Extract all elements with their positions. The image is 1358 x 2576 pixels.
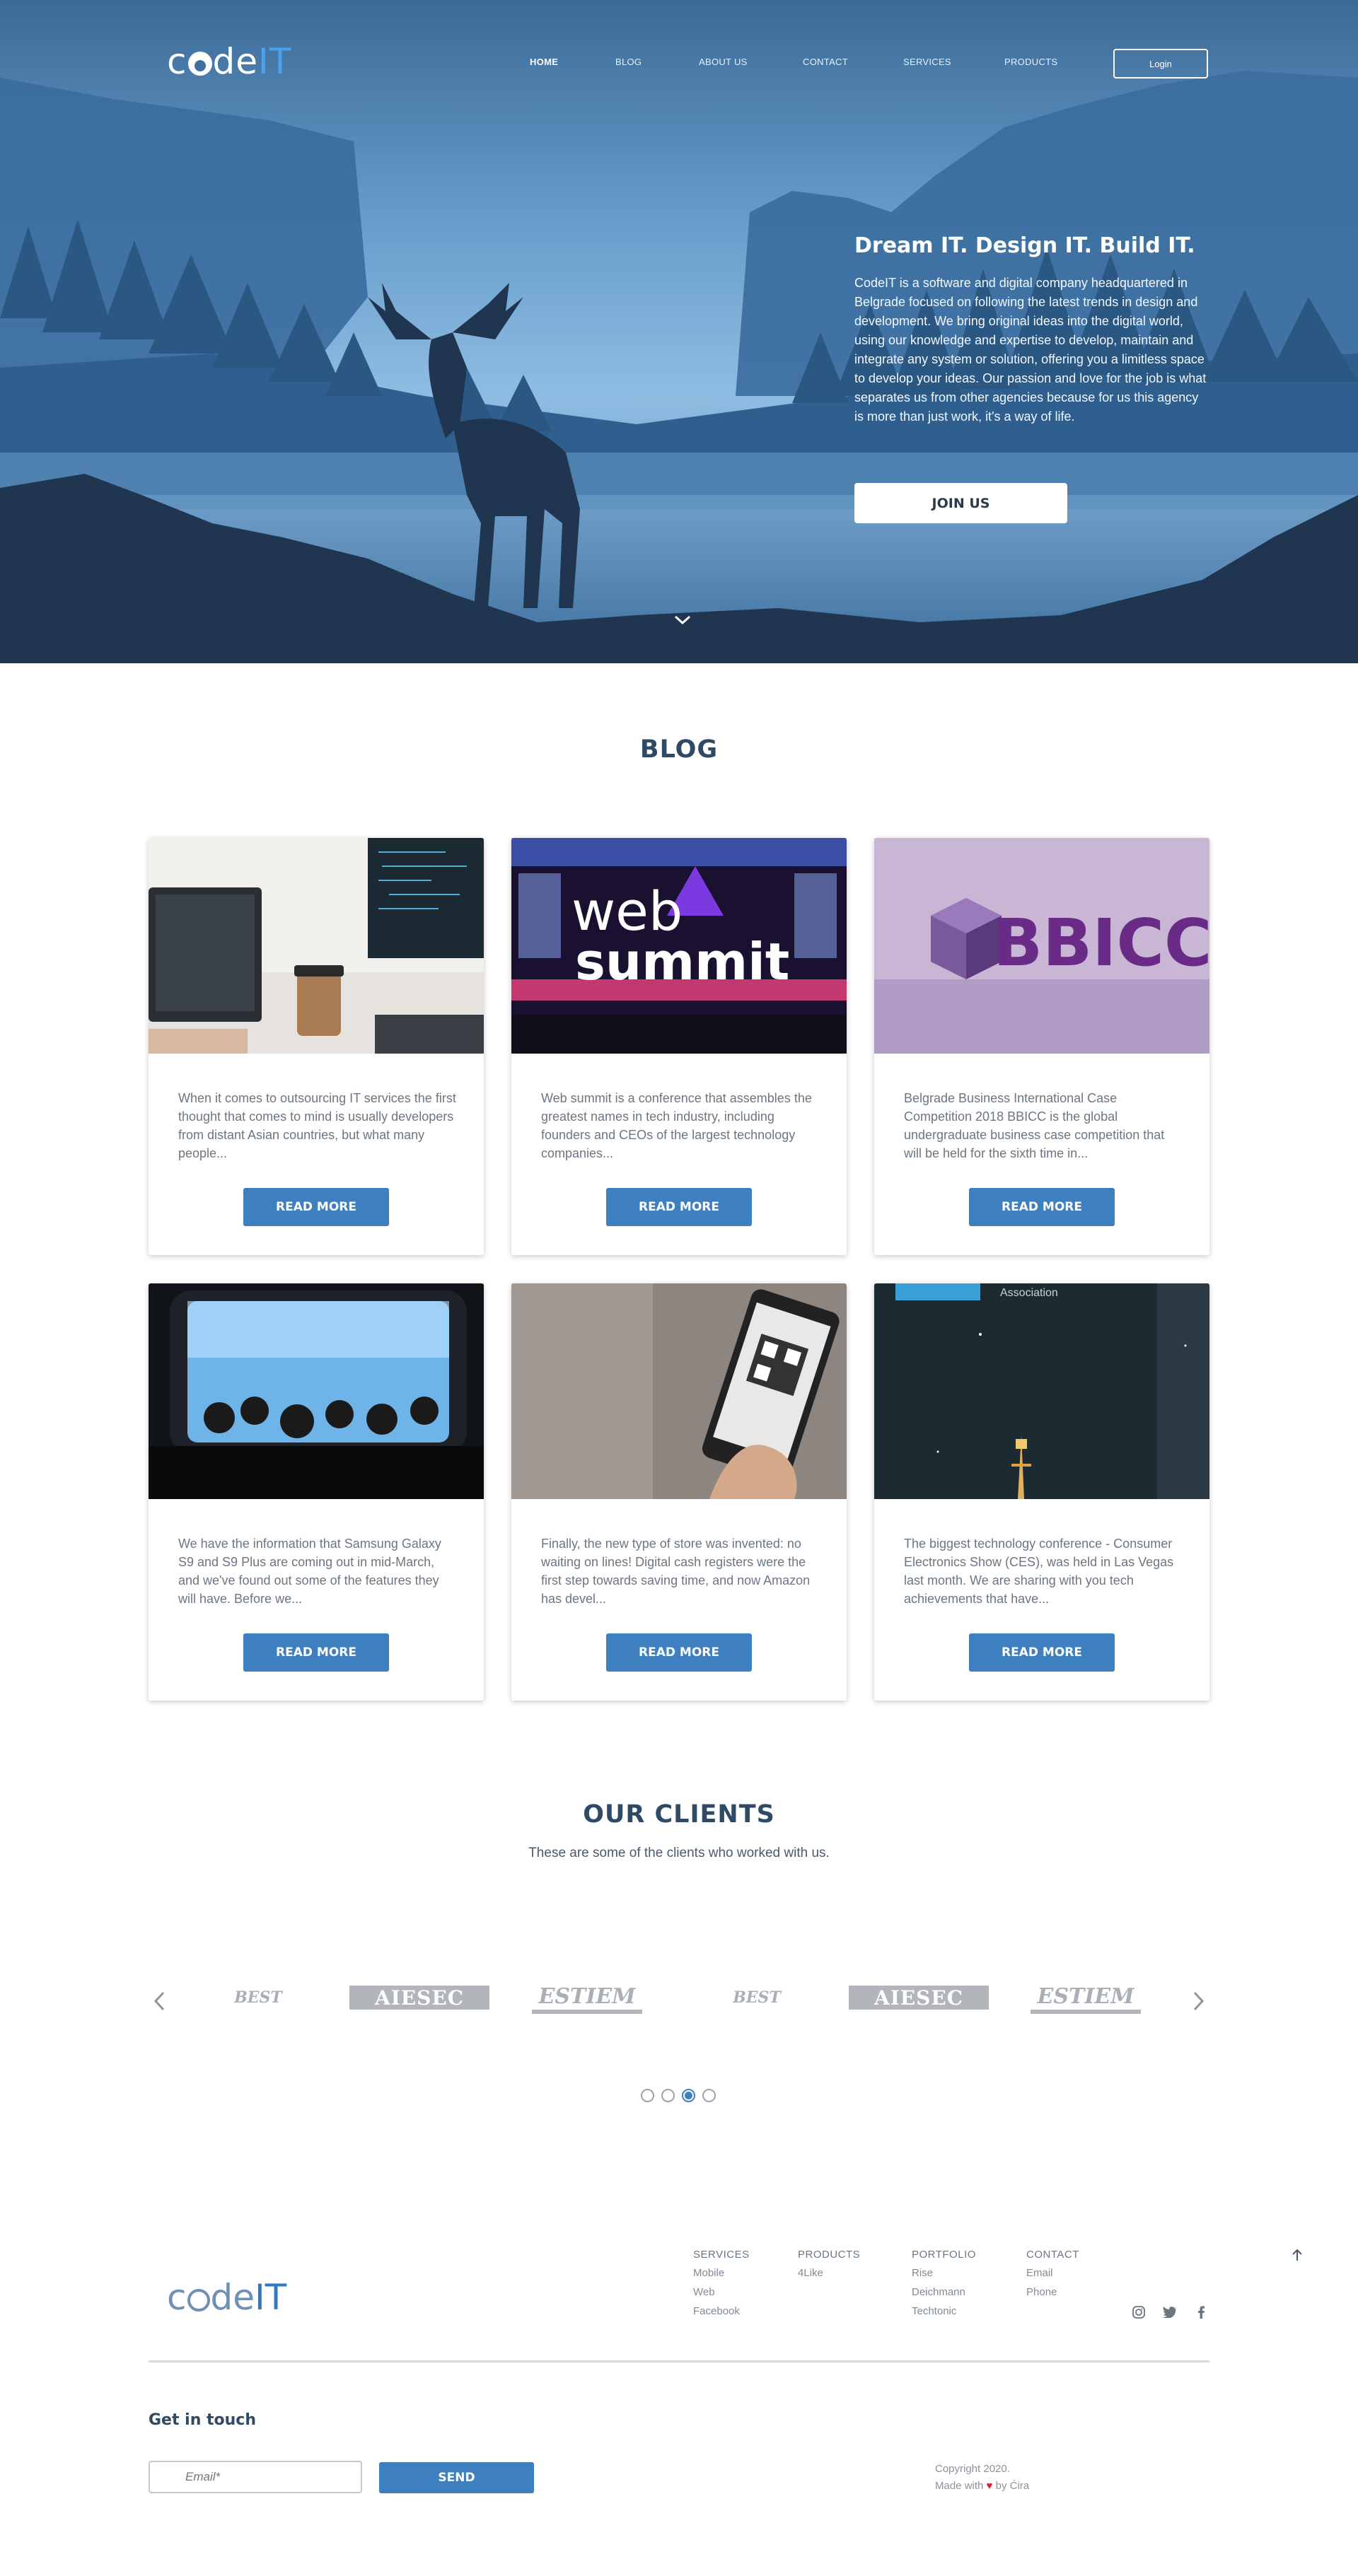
read-more-button[interactable]: READ MORE [969,1188,1115,1226]
web-summit-summit-text: summit [575,932,789,991]
blog-title: BLOG [639,735,719,764]
blog-excerpt: Belgrade Business International Case Com… [904,1091,1165,1160]
footer-col-heading: PORTFOLIO [912,2249,976,2261]
blog-card: We have the information that Samsung Gal… [149,1283,484,1701]
heart-icon: ♥ [986,2480,993,2492]
nav-contact[interactable]: CONTACT [803,57,848,67]
footer-logo-it: IT [255,2277,287,2318]
blog-image-concert-phone[interactable] [149,1283,484,1499]
send-button[interactable]: SEND [379,2462,534,2493]
footer-link-phone[interactable]: Phone [1026,2286,1079,2298]
blog-image-ces-vegas[interactable]: Association [874,1283,1209,1499]
client-logo-estiem[interactable]: ESTIEM [1031,1983,1141,2014]
blog-excerpt: We have the information that Samsung Gal… [178,1537,441,1606]
blog-image-phone-qr[interactable] [511,1283,847,1499]
hero-description: CodeIT is a software and digital company… [854,276,1207,424]
footer-link-deichmann[interactable]: Deichmann [912,2286,976,2298]
clients-subtitle: These are some of the clients who worked… [528,1846,830,1860]
blog-excerpt: When it comes to outsourcing IT services… [178,1091,456,1160]
footer-link-techtonic[interactable]: Techtonic [912,2305,976,2317]
get-in-touch-title: Get in touch [149,2411,257,2429]
footer-link-mobile[interactable]: Mobile [693,2267,750,2279]
carousel-dot[interactable] [661,2089,675,2102]
read-more-button[interactable]: READ MORE [606,1633,752,1672]
carousel-pagination [641,2089,717,2103]
footer-col-products: PRODUCTS 4Like [798,2249,860,2286]
chevron-down-icon[interactable] [672,610,693,631]
footer-logo-code: c [167,2277,187,2318]
copyright: Copyright 2020. Made with ♥ by Ćira [935,2461,1029,2495]
read-more-button[interactable]: READ MORE [243,1633,389,1672]
join-us-button[interactable]: JOIN US [854,483,1067,523]
read-more-button[interactable]: READ MORE [606,1188,752,1226]
nav-products[interactable]: PRODUCTS [1004,57,1057,67]
twitter-icon[interactable] [1161,2304,1178,2321]
footer-link-rise[interactable]: Rise [912,2267,976,2279]
footer-col-services: SERVICES Mobile Web Facebook [693,2249,750,2324]
login-button[interactable]: Login [1113,49,1208,78]
footer-link-web[interactable]: Web [693,2286,750,2298]
blog-card: BBICC Belgrade Business International Ca… [874,838,1209,1255]
bbicc-logo-text: BBICC [993,905,1209,981]
facebook-icon[interactable] [1192,2304,1209,2321]
read-more-button[interactable]: READ MORE [969,1633,1115,1672]
client-logo-aiesec[interactable]: AIESEC [349,1986,489,2010]
blog-card: When it comes to outsourcing IT services… [149,838,484,1255]
blog-card: Association The biggest technology confe… [874,1283,1209,1701]
hero-content: Dream IT. Design IT. Build IT. CodeIT is… [854,233,1208,426]
hero-title: Dream IT. Design IT. Build IT. [854,233,1195,258]
blog-excerpt: Finally, the new type of store was inven… [541,1537,811,1606]
carousel-dot[interactable] [702,2089,716,2102]
ces-association-text: Association [1000,1287,1058,1299]
made-with-text: Made with [935,2480,984,2492]
blog-image-bbicc[interactable]: BBICC [874,838,1209,1054]
client-logo-aiesec[interactable]: AIESEC [849,1986,989,2010]
clients-title: OUR CLIENTS [583,1800,775,1829]
nav-blog[interactable]: BLOG [615,57,642,67]
blog-card: Finally, the new type of store was inven… [511,1283,847,1701]
nav-services[interactable]: SERVICES [903,57,951,67]
footer-link-4like[interactable]: 4Like [798,2267,860,2279]
blog-excerpt: The biggest technology conference - Cons… [904,1537,1174,1606]
carousel-dot[interactable] [641,2089,654,2102]
footer-logo-mascot-icon [187,2289,210,2312]
instagram-icon[interactable] [1130,2304,1147,2321]
footer-col-portfolio: PORTFOLIO Rise Deichmann Techtonic [912,2249,976,2324]
email-field[interactable] [149,2461,362,2493]
footer-divider [149,2360,1209,2362]
footer-logo-de: de [210,2277,255,2318]
chevron-left-icon[interactable] [149,1987,170,2015]
hero-section: c deIT HOME BLOG ABOUT US CONTACT SERVICE… [0,0,1358,663]
client-logo-best[interactable]: BEST [718,1980,796,2015]
blog-image-laptop[interactable] [149,838,484,1054]
footer-logo[interactable]: c deIT [167,2277,286,2318]
blog-card: web summit Web summit is a conference th… [511,838,847,1255]
footer-col-heading: PRODUCTS [798,2249,861,2261]
read-more-button[interactable]: READ MORE [243,1188,389,1226]
blog-image-web-summit[interactable]: web summit [511,838,847,1054]
nav-about-us[interactable]: ABOUT US [699,57,748,67]
client-logo-best[interactable]: BEST [219,1980,297,2015]
footer-col-heading: SERVICES [693,2249,750,2261]
copyright-text: Copyright 2020. [935,2463,1010,2475]
made-by-text: by Ćira [995,2480,1030,2492]
made-with-line: Made with ♥ by Ćira [935,2478,1029,2495]
footer-link-email[interactable]: Email [1026,2267,1079,2279]
arrow-up-icon[interactable] [1289,2246,1306,2263]
client-logo-estiem[interactable]: ESTIEM [532,1983,642,2014]
footer-col-contact: CONTACT Email Phone [1026,2249,1079,2305]
footer-link-facebook[interactable]: Facebook [693,2305,750,2317]
chevron-right-icon[interactable] [1188,1987,1209,2015]
blog-excerpt: Web summit is a conference that assemble… [541,1091,812,1160]
nav-home[interactable]: HOME [530,57,558,67]
footer-col-heading: CONTACT [1026,2249,1079,2261]
carousel-dot-active[interactable] [682,2089,695,2102]
